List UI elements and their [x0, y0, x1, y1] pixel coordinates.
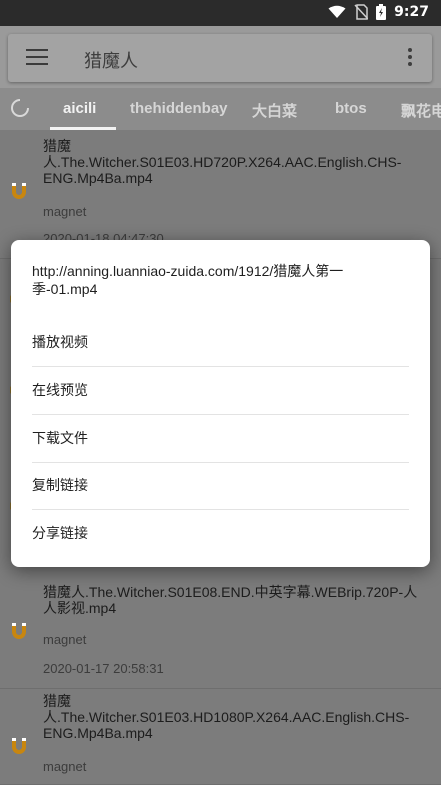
result-type: magnet [43, 204, 87, 219]
tab-thehiddenbay[interactable]: thehiddenbay [130, 100, 228, 117]
search-bar[interactable]: 猎魔人 [8, 34, 432, 82]
source-tabs: aicili thehiddenbay 大白菜 btos 飘花电影 [0, 88, 441, 130]
share-link-option[interactable]: 分享链接 [32, 510, 409, 557]
more-options-icon[interactable] [408, 48, 414, 69]
copy-link-option[interactable]: 复制链接 [32, 462, 409, 510]
result-type: magnet [43, 759, 87, 774]
tab-piaohua[interactable]: 飘花电影 [401, 100, 441, 121]
result-title: 猎魔人.The.Witcher.S01E03.HD1080P.X264.AAC.… [43, 693, 410, 741]
status-icons: 9:27 [328, 4, 429, 20]
magnet-icon [12, 738, 26, 754]
status-time: 9:27 [394, 4, 429, 20]
result-title: 猎魔人.The.Witcher.S01E08.END.中英字幕.WEBrip.7… [43, 584, 418, 616]
no-sim-icon [354, 4, 369, 20]
list-item[interactable]: 猎魔人.The.Witcher.S01E03.HD1080P.X264.AAC.… [0, 689, 441, 785]
tab-btos[interactable]: btos [335, 100, 367, 117]
result-type: magnet [43, 632, 87, 647]
magnet-icon [12, 183, 26, 199]
download-file-option[interactable]: 下载文件 [32, 415, 409, 463]
menu-icon[interactable] [26, 49, 48, 67]
status-bar: 9:27 [0, 0, 441, 26]
dialog-url: http://anning.luanniao-zuida.com/1912/猎魔… [32, 263, 344, 297]
online-preview-option[interactable]: 在线预览 [32, 367, 409, 415]
link-action-dialog: http://anning.luanniao-zuida.com/1912/猎魔… [11, 240, 430, 567]
tab-dabaicai[interactable]: 大白菜 [252, 100, 297, 121]
magnet-icon [12, 623, 26, 639]
list-item[interactable]: 猎魔人.The.Witcher.S01E08.END.中英字幕.WEBrip.7… [0, 570, 441, 689]
tab-aicili[interactable]: aicili [63, 100, 96, 117]
wifi-icon [328, 5, 346, 18]
search-query[interactable]: 猎魔人 [84, 47, 138, 73]
result-title: 猎魔人.The.Witcher.S01E03.HD720P.X264.AAC.E… [43, 138, 402, 186]
loading-spinner-icon [11, 99, 29, 117]
result-date: 2020-01-17 20:58:31 [43, 661, 164, 676]
battery-icon [376, 4, 387, 20]
play-video-option[interactable]: 播放视频 [32, 319, 409, 367]
